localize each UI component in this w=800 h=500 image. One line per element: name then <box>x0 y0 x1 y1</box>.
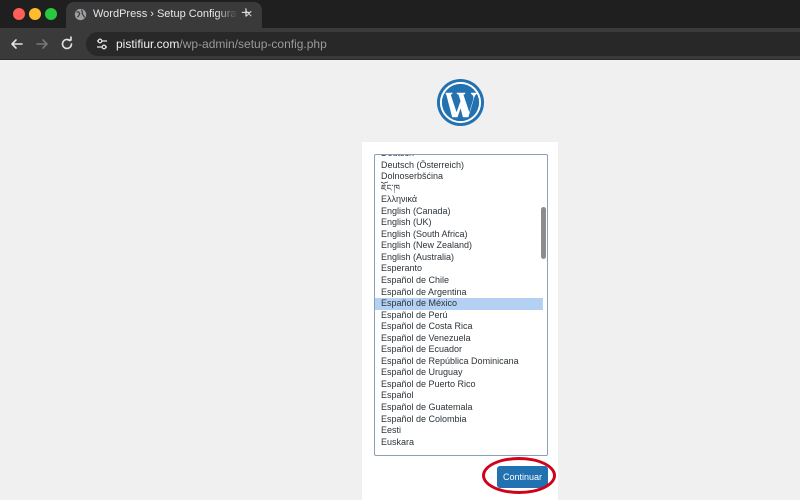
language-option[interactable]: English (Canada) <box>375 206 543 218</box>
language-option[interactable]: Deutsch (Österreich) <box>375 160 543 172</box>
globe-icon <box>74 8 87 21</box>
language-option[interactable]: Español de Ecuador <box>375 344 543 356</box>
language-option[interactable]: Eesti <box>375 425 543 437</box>
language-option[interactable]: English (South Africa) <box>375 229 543 241</box>
language-option[interactable]: Español de República Dominicana <box>375 356 543 368</box>
close-window-button[interactable] <box>13 8 25 20</box>
language-option[interactable]: English (Australia) <box>375 252 543 264</box>
browser-titlebar: WordPress › Setup Configuration × + <box>0 0 800 28</box>
browser-toolbar: pistifiur.com/wp-admin/setup-config.php <box>0 28 800 60</box>
language-card: DeutschDeutsch (Österreich)Dolnoserbšćin… <box>362 142 558 500</box>
language-select-list[interactable]: DeutschDeutsch (Österreich)Dolnoserbšćin… <box>374 154 548 456</box>
continue-button[interactable]: Continuar <box>497 466 548 488</box>
setup-page: DeutschDeutsch (Österreich)Dolnoserbšćin… <box>0 61 800 500</box>
language-option[interactable]: Dolnoserbšćina <box>375 171 543 183</box>
maximize-window-button[interactable] <box>45 8 57 20</box>
language-options: DeutschDeutsch (Österreich)Dolnoserbšćin… <box>375 155 547 449</box>
language-option[interactable]: Español de Guatemala <box>375 402 543 414</box>
language-option[interactable]: Esperanto <box>375 263 543 275</box>
address-bar[interactable]: pistifiur.com/wp-admin/setup-config.php <box>86 32 800 56</box>
tab-title: WordPress › Setup Configuration <box>93 8 238 20</box>
site-settings-icon[interactable] <box>94 36 110 52</box>
forward-arrow-icon[interactable] <box>33 35 51 53</box>
language-option[interactable]: Español de Argentina <box>375 287 543 299</box>
language-option[interactable]: English (New Zealand) <box>375 240 543 252</box>
language-option[interactable]: ཇོང་ཁ <box>375 183 543 195</box>
language-option[interactable]: English (UK) <box>375 217 543 229</box>
browser-tab[interactable]: WordPress › Setup Configuration × <box>66 2 262 28</box>
scrollbar-thumb[interactable] <box>541 207 546 259</box>
language-option[interactable]: Español de Chile <box>375 275 543 287</box>
reload-icon[interactable] <box>58 35 76 53</box>
url-host: pistifiur.com <box>116 37 180 51</box>
language-option[interactable]: Español de Perú <box>375 310 543 322</box>
back-arrow-icon[interactable] <box>8 35 26 53</box>
language-option[interactable]: Español de Venezuela <box>375 333 543 345</box>
language-option[interactable]: Español de Uruguay <box>375 367 543 379</box>
wordpress-logo-icon <box>436 78 485 127</box>
url-path: /wp-admin/setup-config.php <box>179 37 327 51</box>
language-option[interactable]: Español <box>375 390 543 402</box>
language-option-selected[interactable]: Español de México <box>375 298 543 310</box>
language-option[interactable]: Ελληνικά <box>375 194 543 206</box>
url-text: pistifiur.com/wp-admin/setup-config.php <box>116 37 327 51</box>
language-option[interactable]: Español de Colombia <box>375 414 543 426</box>
new-tab-button[interactable]: + <box>241 4 251 22</box>
language-option[interactable]: Español de Costa Rica <box>375 321 543 333</box>
minimize-window-button[interactable] <box>29 8 41 20</box>
language-option[interactable]: Español de Puerto Rico <box>375 379 543 391</box>
language-option[interactable]: Euskara <box>375 437 543 449</box>
